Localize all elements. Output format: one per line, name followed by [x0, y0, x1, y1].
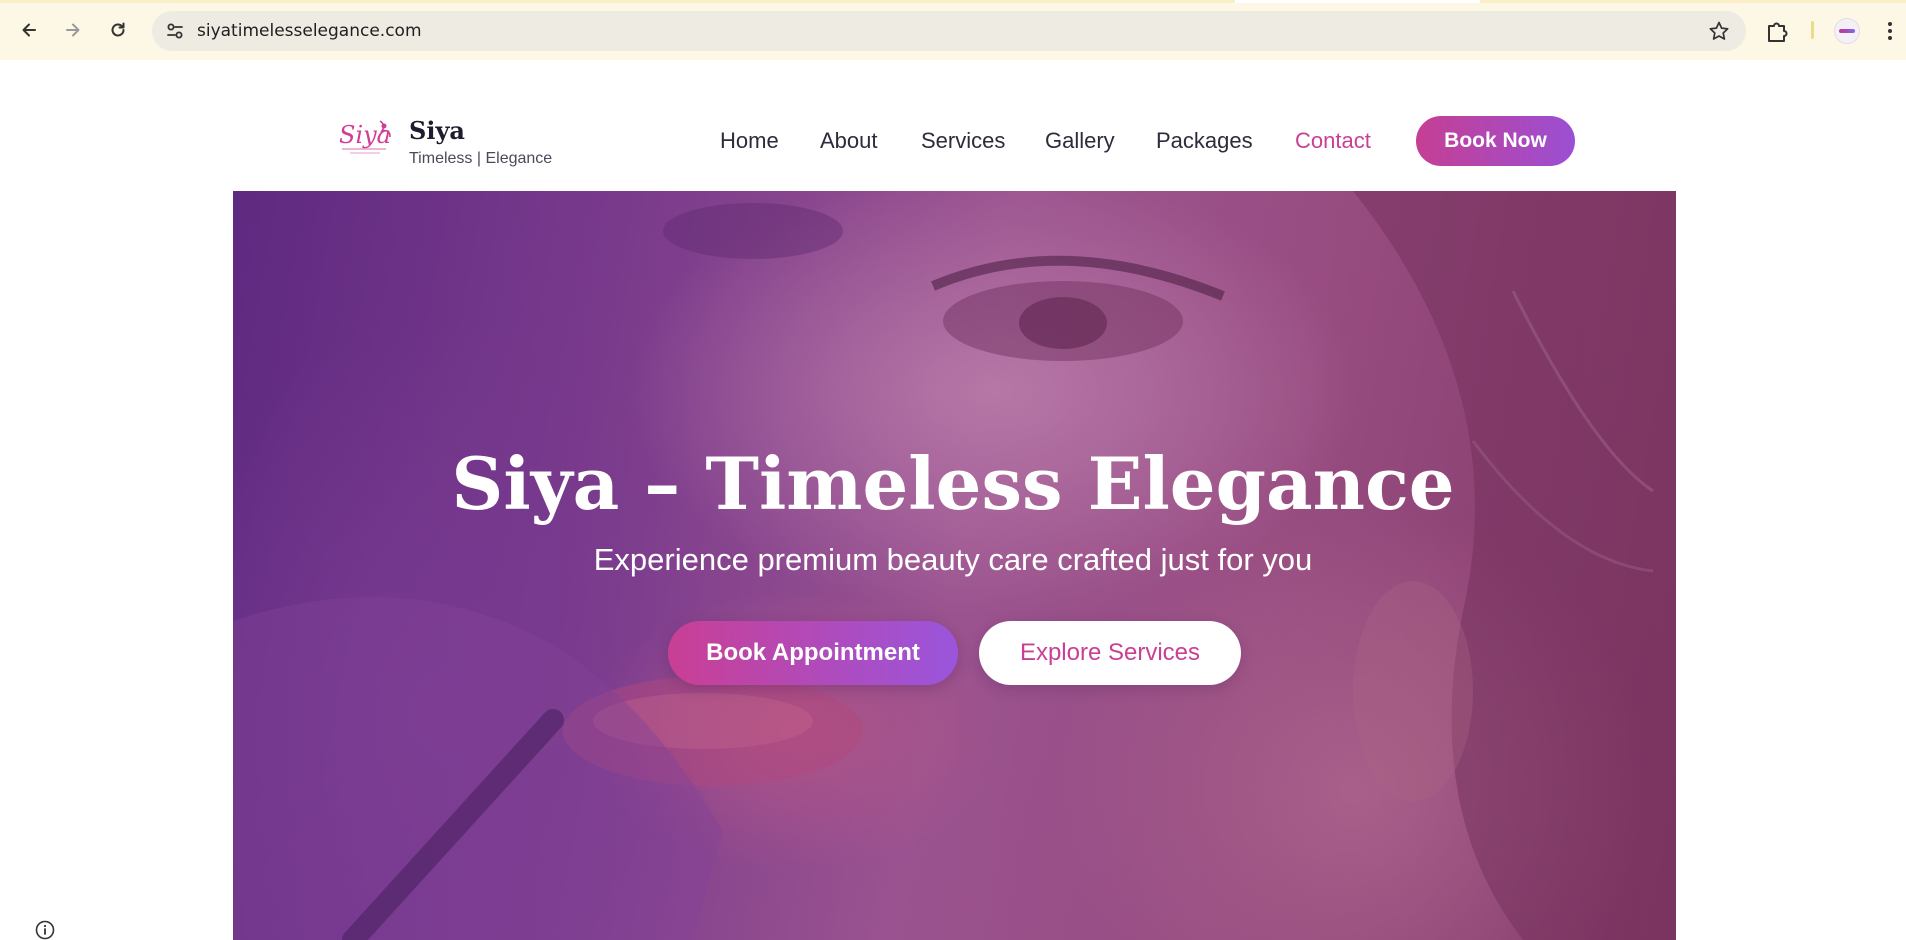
back-button[interactable] [13, 14, 45, 46]
reload-button[interactable] [102, 14, 134, 46]
address-bar[interactable]: siyatimelesselegance.com [152, 11, 1746, 51]
browser-toolbar: siyatimelesselegance.com [0, 0, 1906, 60]
nav-contact[interactable]: Contact [1295, 126, 1371, 156]
book-appointment-button[interactable]: Book Appointment [668, 621, 958, 685]
arrow-left-icon [22, 23, 36, 37]
tune-icon [167, 23, 183, 39]
nav-packages[interactable]: Packages [1156, 126, 1253, 156]
puzzle-icon [1768, 22, 1788, 42]
url-text[interactable]: siyatimelesselegance.com [197, 21, 422, 41]
forward-button[interactable] [57, 14, 89, 46]
site-info-button[interactable] [164, 20, 186, 42]
brand-tagline: Timeless | Elegance [409, 150, 553, 167]
book-now-button[interactable]: Book Now [1416, 116, 1575, 166]
explore-services-button[interactable]: Explore Services [979, 621, 1241, 685]
nav-services[interactable]: Services [921, 126, 1005, 156]
profile-avatar[interactable] [1834, 18, 1860, 44]
siya-logo[interactable]: Siya [336, 113, 394, 159]
extensions-button[interactable] [1764, 18, 1790, 44]
nav-home[interactable]: Home [720, 126, 779, 156]
nav-about[interactable]: About [820, 126, 878, 156]
tab-strip-edge [0, 0, 1906, 3]
arrow-right-icon [66, 23, 80, 37]
reload-icon [111, 22, 125, 37]
bookmark-button[interactable] [1708, 20, 1730, 42]
brand-name[interactable]: Siya [409, 116, 465, 146]
kebab-menu-icon[interactable] [1880, 18, 1900, 44]
hero-title: Siya – Timeless Elegance [451, 441, 1455, 526]
star-icon [1709, 21, 1729, 40]
toolbar-separator [1811, 21, 1814, 39]
nav-gallery[interactable]: Gallery [1045, 126, 1115, 156]
hero-subtitle: Experience premium beauty care crafted j… [593, 542, 1313, 577]
info-icon[interactable] [35, 920, 55, 940]
